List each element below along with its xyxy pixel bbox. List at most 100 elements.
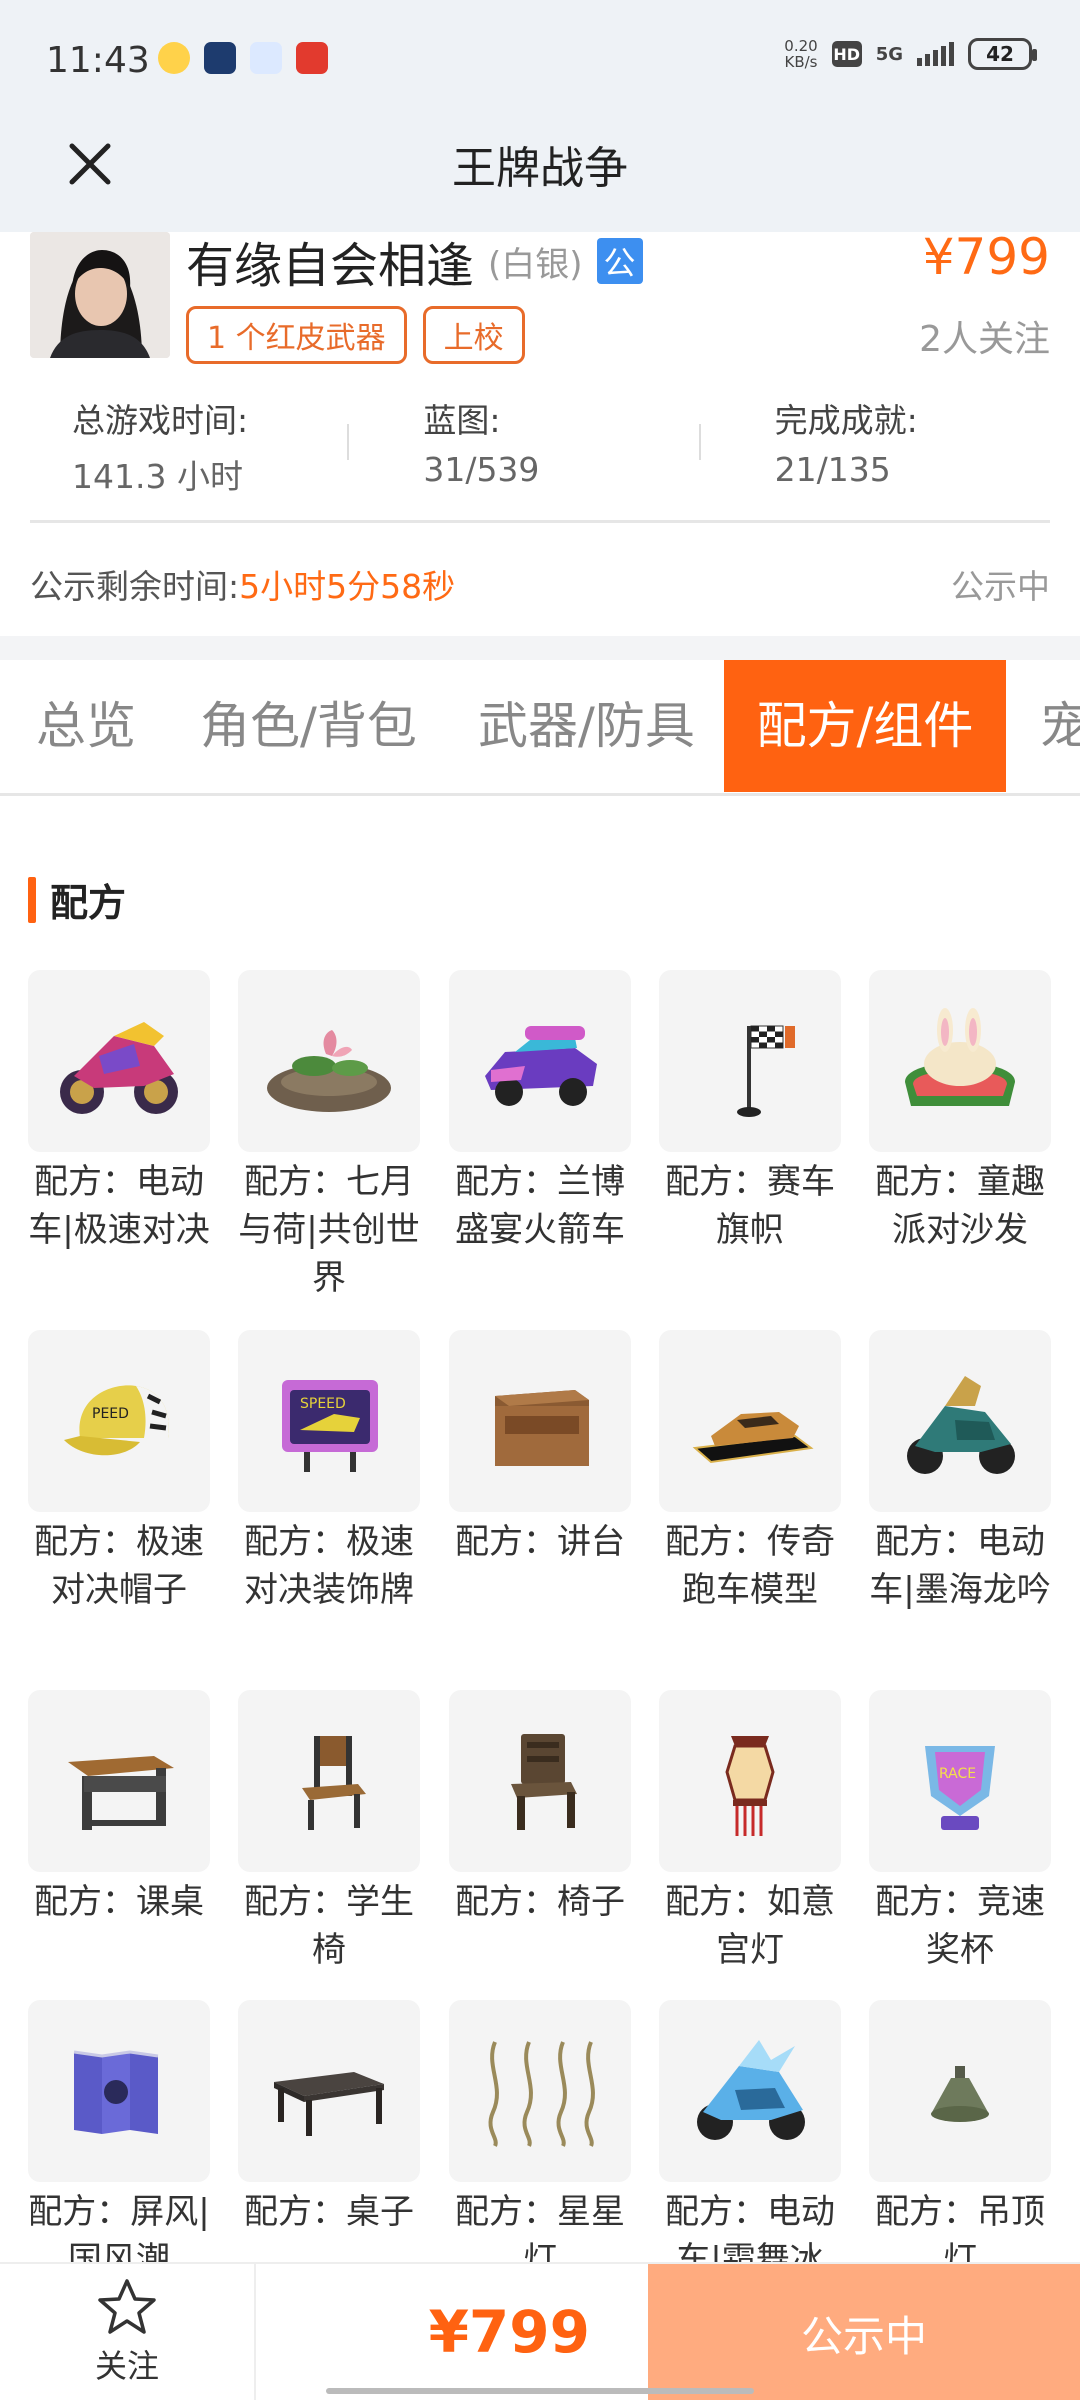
- alipay-icon: [296, 42, 328, 74]
- recipe-name: 配方：极速对决帽子: [34, 1522, 204, 1610]
- tab-pets[interactable]: 宠: [1040, 660, 1080, 792]
- recipe-item[interactable]: 配方：七月与荷|共创世界: [238, 970, 420, 1302]
- recipe-name: 配方：竞速奖杯: [875, 1882, 1045, 1970]
- recipe-grid: 配方：电动车|极速对决 配方：七月与荷|共创世界 配方：兰博盛宴火箭车 配方：赛…: [28, 970, 1052, 2270]
- recipe-item[interactable]: SPEED 配方：极速对决装饰牌: [238, 1330, 420, 1614]
- status-time: 11:43: [46, 40, 150, 81]
- status-right: 0.20 KB/s HD 5G 42: [784, 38, 1037, 70]
- recipe-name: 配方：学生椅: [244, 1882, 414, 1970]
- recipe-name: 配方：极速对决装饰牌: [244, 1522, 414, 1610]
- tab-weapons-armor[interactable]: 武器/防具: [478, 660, 695, 792]
- recipe-item[interactable]: 配方：吊顶灯: [869, 2000, 1051, 2270]
- cap-icon: PEED: [28, 1330, 210, 1512]
- recipe-name: 配方：电动车|霜舞冰: [665, 2192, 835, 2270]
- recipe-item[interactable]: 配方：椅子: [449, 1690, 631, 1926]
- recipe-name: 配方：椅子: [455, 1882, 625, 1922]
- hd-icon: HD: [831, 41, 862, 67]
- dragon-scooter-icon: [869, 1330, 1051, 1512]
- avatar: [30, 232, 170, 358]
- status-app-icons: [158, 42, 328, 74]
- notice-status: 公示中: [951, 567, 1050, 606]
- badge-list: 1 个红皮武器 上校: [186, 306, 525, 364]
- recipe-item[interactable]: 配方：电动车|霜舞冰: [659, 2000, 841, 2270]
- badge-red-weapon: 1 个红皮武器: [186, 306, 407, 364]
- stat-label: 总游戏时间:: [72, 401, 249, 440]
- notice-label: 公示剩余时间:: [30, 567, 240, 606]
- stat-value: 31/539: [423, 450, 540, 489]
- badge-rank: 上校: [422, 306, 525, 364]
- recipe-item[interactable]: 配方：童趣派对沙发: [869, 970, 1051, 1254]
- home-indicator[interactable]: [326, 2388, 754, 2394]
- recipe-item[interactable]: RACE 配方：竞速奖杯: [869, 1690, 1051, 1974]
- recipe-item[interactable]: 配方：屏风|国风潮: [28, 2000, 210, 2270]
- section-header: 配方: [28, 872, 126, 927]
- bottom-price: ¥799: [428, 2298, 590, 2366]
- chair-icon: [449, 1690, 631, 1872]
- stat-achievements: 完成成就: 21/135: [698, 394, 1050, 504]
- notice-countdown: 5小时5分58秒: [239, 567, 456, 606]
- follow-button[interactable]: 关注: [0, 2264, 256, 2400]
- recipe-item[interactable]: 配方：课桌: [28, 1690, 210, 1926]
- tab-character-bag[interactable]: 角色/背包: [200, 660, 417, 792]
- status-bar: 11:43 0.20 KB/s HD 5G 42: [0, 0, 1080, 120]
- recipe-name: 配方：讲台: [455, 1522, 625, 1562]
- page-title: 王牌战争: [452, 143, 628, 194]
- recipe-item[interactable]: 配方：传奇跑车模型: [659, 1330, 841, 1614]
- net-speed: 0.20 KB/s: [784, 38, 817, 70]
- battery-level: 42: [986, 42, 1014, 66]
- stat-play-time: 总游戏时间: 141.3 小时: [30, 394, 347, 504]
- public-badge: 公: [596, 238, 643, 284]
- signal-icon: [917, 42, 954, 66]
- recipe-name: 配方：电动车|墨海龙吟: [869, 1522, 1051, 1610]
- section-separator: [0, 636, 1080, 660]
- network-type: 5G: [875, 43, 903, 65]
- motorbike-icon: [28, 970, 210, 1152]
- app-header: 王牌战争: [0, 120, 1080, 232]
- listing-price: ¥799: [922, 228, 1050, 286]
- recipe-item[interactable]: 配方：讲台: [449, 1330, 631, 1566]
- podium-icon: [449, 1330, 631, 1512]
- recipe-item[interactable]: 配方：桌子: [238, 2000, 420, 2236]
- tab-overview[interactable]: 总览: [36, 660, 136, 792]
- sign-board-icon: SPEED: [238, 1330, 420, 1512]
- recipe-name: 配方：桌子: [244, 2192, 414, 2232]
- recipe-name: 配方：童趣派对沙发: [875, 1162, 1045, 1250]
- recipe-name: 配方：兰博盛宴火箭车: [455, 1162, 625, 1250]
- recipe-item[interactable]: 配方：学生椅: [238, 1690, 420, 1974]
- car-model-icon: [659, 1330, 841, 1512]
- svg-text:RACE: RACE: [939, 1766, 976, 1782]
- recipe-item[interactable]: PEED 配方：极速对决帽子: [28, 1330, 210, 1614]
- ice-scooter-icon: [659, 2000, 841, 2182]
- follower-count: 2人关注: [919, 319, 1050, 360]
- recipe-item[interactable]: 配方：兰博盛宴火箭车: [449, 970, 631, 1254]
- net-speed-unit: KB/s: [784, 53, 818, 71]
- bunny-sofa-icon: [869, 970, 1051, 1152]
- divider: [30, 520, 1050, 523]
- recipe-item[interactable]: 配方：赛车旗帜: [659, 970, 841, 1254]
- ceiling-lamp-icon: [869, 2000, 1051, 2182]
- weibo-icon: [158, 42, 190, 74]
- section-title: 配方: [50, 881, 127, 925]
- tab-recipes-components[interactable]: 配方/组件: [724, 660, 1006, 792]
- notice-row: 公示剩余时间:5小时5分58秒 公示中: [30, 560, 1050, 606]
- recipe-name: 配方：星星灯: [455, 2192, 625, 2270]
- svg-text:PEED: PEED: [92, 1406, 129, 1422]
- recipe-name: 配方：屏风|国风潮: [28, 2192, 210, 2270]
- folding-screen-icon: [28, 2000, 210, 2182]
- battery-icon: 42: [968, 38, 1037, 70]
- school-desk-icon: [28, 1690, 210, 1872]
- svg-text:SPEED: SPEED: [300, 1396, 346, 1412]
- table-icon: [238, 2000, 420, 2182]
- recipe-name: 配方：赛车旗帜: [665, 1162, 835, 1250]
- recipe-item[interactable]: 配方：如意宫灯: [659, 1690, 841, 1974]
- recipe-item[interactable]: 配方：星星灯: [449, 2000, 631, 2270]
- recipe-item[interactable]: 配方：电动车|墨海龙吟: [869, 1330, 1051, 1614]
- publicity-status-button[interactable]: 公示中: [648, 2264, 1080, 2400]
- recipe-item[interactable]: 配方：电动车|极速对决: [28, 970, 210, 1254]
- net-speed-value: 0.20: [784, 37, 818, 55]
- stat-label: 蓝图:: [423, 401, 501, 440]
- top-area: 11:43 0.20 KB/s HD 5G 42 王牌战争: [0, 0, 1080, 232]
- section-accent-bar: [28, 876, 36, 923]
- rocket-car-icon: [449, 970, 631, 1152]
- race-flag-icon: [659, 970, 841, 1152]
